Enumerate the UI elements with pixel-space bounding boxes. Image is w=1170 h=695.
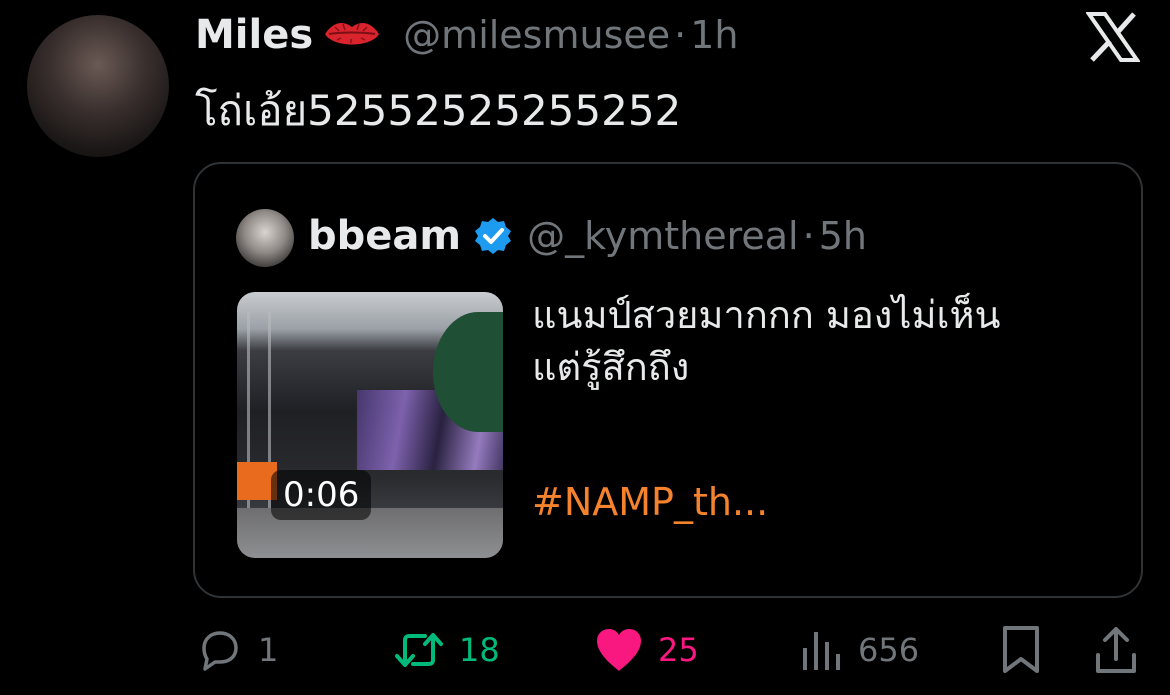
retweet-count: 18	[459, 631, 500, 669]
like-count: 25	[658, 631, 699, 669]
action-bar: 1 18 25 656	[0, 620, 1170, 680]
bookmark-button[interactable]	[1000, 620, 1042, 680]
quoted-tweet-text: แนมป์สวยมากกก มองไม่เห็น แต่รู้สึกถึง	[532, 289, 1001, 393]
quoted-author-avatar[interactable]	[236, 209, 294, 267]
views-count: 656	[858, 631, 920, 669]
author-avatar[interactable]	[27, 15, 169, 157]
x-logo-icon	[1086, 12, 1140, 62]
reply-icon	[202, 631, 238, 671]
like-button[interactable]: 25	[594, 620, 699, 680]
author-handle[interactable]: @milesmusee	[403, 13, 670, 57]
author-display-name[interactable]: Miles	[195, 12, 313, 58]
verified-icon	[475, 218, 512, 254]
share-button[interactable]	[1094, 620, 1138, 680]
video-thumbnail[interactable]: 0:06	[237, 292, 503, 558]
bookmark-icon	[1003, 626, 1039, 673]
quoted-tweet-header: bbeam @_kymthereal · 5h	[308, 208, 867, 264]
views-icon	[803, 632, 840, 670]
share-icon	[1096, 627, 1136, 673]
quoted-header-separator: ·	[802, 214, 815, 258]
quoted-tweet-time[interactable]: 5h	[819, 214, 867, 258]
reply-count: 1	[258, 631, 279, 669]
reply-button[interactable]: 1	[196, 620, 278, 680]
tweet-text: โถ่เอ้ย52552525255252	[195, 86, 682, 135]
quoted-tweet-text-line2: แต่รู้สึกถึง	[532, 345, 690, 389]
video-duration: 0:06	[271, 470, 372, 520]
quoted-author-display-name[interactable]: bbeam	[308, 213, 461, 259]
quoted-tweet-card[interactable]: bbeam @_kymthereal · 5h 0:06 แนมป์สวยมาก…	[193, 162, 1143, 598]
views-button[interactable]: 656	[800, 620, 919, 680]
tweet-time[interactable]: 1h	[690, 13, 738, 57]
tweet-header: Miles @milesmusee · 1h	[195, 12, 739, 68]
lips-icon	[325, 22, 380, 45]
heart-icon	[597, 629, 641, 671]
hashtag-link[interactable]: #NAMP_th...	[532, 476, 768, 528]
retweet-icon	[395, 633, 443, 667]
retweet-button[interactable]: 18	[393, 620, 500, 680]
header-separator: ·	[674, 13, 687, 57]
quoted-tweet-text-line1: แนมป์สวยมากกก มองไม่เห็น	[532, 293, 1001, 337]
quoted-author-handle[interactable]: @_kymthereal	[527, 214, 799, 258]
